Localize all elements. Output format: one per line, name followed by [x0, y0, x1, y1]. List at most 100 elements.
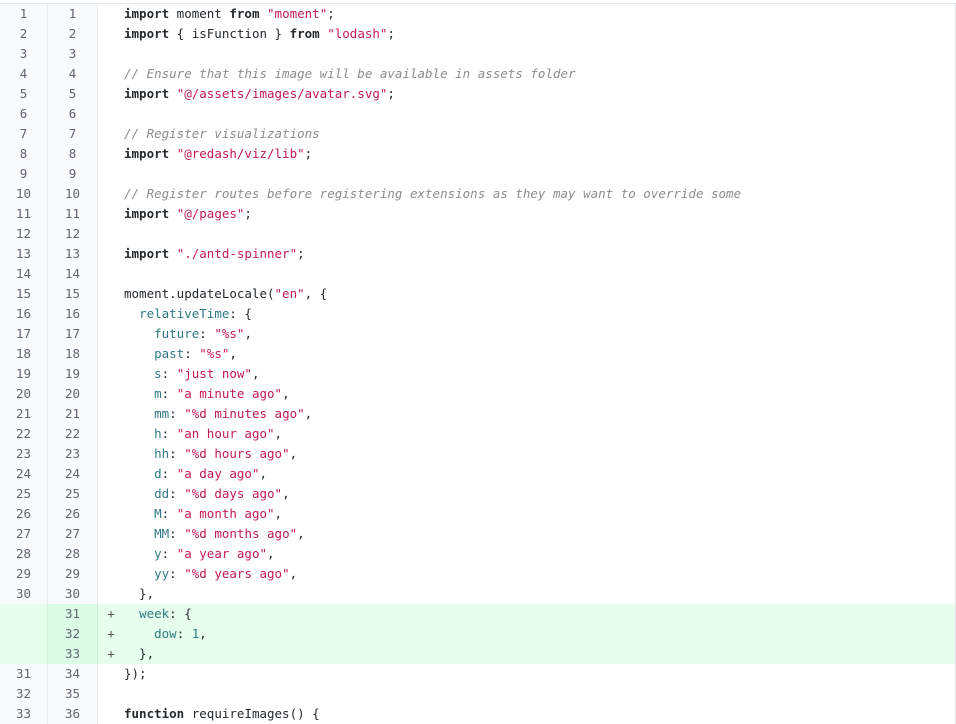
code-content: import "@/assets/images/avatar.svg"; [124, 84, 955, 104]
old-line-number[interactable]: 14 [0, 264, 48, 284]
new-line-number[interactable]: 14 [48, 264, 98, 284]
old-line-number[interactable]: 29 [0, 564, 48, 584]
new-line-number[interactable]: 12 [48, 224, 98, 244]
new-line-number[interactable]: 15 [48, 284, 98, 304]
diff-marker [98, 344, 124, 364]
new-line-number[interactable]: 33 [48, 644, 98, 664]
code-token: past [154, 346, 185, 361]
new-line-number[interactable]: 8 [48, 144, 98, 164]
code-content [124, 684, 955, 704]
code-content: import { isFunction } from "lodash"; [124, 24, 955, 44]
new-line-number[interactable]: 27 [48, 524, 98, 544]
old-line-number[interactable]: 15 [0, 284, 48, 304]
diff-line: 33 [0, 44, 955, 64]
diff-line: 14 14 [0, 264, 955, 284]
old-line-number[interactable]: 11 [0, 204, 48, 224]
old-line-number[interactable]: 5 [0, 84, 48, 104]
old-line-number[interactable]: 31 [0, 664, 48, 684]
new-line-number[interactable]: 36 [48, 704, 98, 724]
new-line-number[interactable]: 5 [48, 84, 98, 104]
new-line-number[interactable]: 35 [48, 684, 98, 704]
old-line-number[interactable]: 6 [0, 104, 48, 124]
old-line-number[interactable]: 20 [0, 384, 48, 404]
old-line-number[interactable]: 33 [0, 704, 48, 724]
new-line-number[interactable]: 22 [48, 424, 98, 444]
new-line-number[interactable]: 29 [48, 564, 98, 584]
old-line-number[interactable]: 18 [0, 344, 48, 364]
new-line-number[interactable]: 32 [48, 624, 98, 644]
code-token: "a day ago" [176, 466, 260, 481]
code-token: "just now" [176, 366, 252, 381]
old-line-number[interactable]: 21 [0, 404, 48, 424]
diff-line: 10 10 // Register routes before registerin… [0, 184, 955, 204]
old-line-number[interactable]: 12 [0, 224, 48, 244]
old-line-number[interactable]: 2 [0, 24, 48, 44]
new-line-number[interactable]: 34 [48, 664, 98, 684]
new-line-number[interactable]: 2 [48, 24, 98, 44]
new-line-number[interactable]: 20 [48, 384, 98, 404]
new-line-number[interactable]: 19 [48, 364, 98, 384]
new-line-number[interactable]: 4 [48, 64, 98, 84]
old-line-number[interactable] [0, 644, 48, 664]
code-token: : [169, 446, 185, 461]
diff-marker [98, 424, 124, 444]
code-token: , [229, 346, 237, 361]
old-line-number[interactable]: 27 [0, 524, 48, 544]
diff-line: 24 24 d: "a day ago", [0, 464, 955, 484]
new-line-number[interactable]: 28 [48, 544, 98, 564]
new-line-number[interactable]: 23 [48, 444, 98, 464]
new-line-number[interactable]: 1 [48, 4, 98, 24]
diff-line: 7 7 // Register visualizations [0, 124, 955, 144]
new-line-number[interactable]: 6 [48, 104, 98, 124]
new-line-number[interactable]: 11 [48, 204, 98, 224]
old-line-number[interactable]: 13 [0, 244, 48, 264]
diff-line: 32 35 [0, 684, 955, 704]
old-line-number[interactable]: 25 [0, 484, 48, 504]
old-line-number[interactable]: 26 [0, 504, 48, 524]
old-line-number[interactable]: 1 [0, 4, 48, 24]
code-token: "a year ago" [176, 546, 268, 561]
old-line-number[interactable]: 24 [0, 464, 48, 484]
old-line-number[interactable]: 8 [0, 144, 48, 164]
new-line-number[interactable]: 26 [48, 504, 98, 524]
old-line-number[interactable]: 30 [0, 584, 48, 604]
new-line-number[interactable]: 3 [48, 44, 98, 64]
new-line-number[interactable]: 16 [48, 304, 98, 324]
old-line-number[interactable]: 19 [0, 364, 48, 384]
old-line-number[interactable] [0, 604, 48, 624]
old-line-number[interactable]: 17 [0, 324, 48, 344]
new-line-number[interactable]: 24 [48, 464, 98, 484]
old-line-number[interactable]: 22 [0, 424, 48, 444]
new-line-number[interactable]: 21 [48, 404, 98, 424]
new-line-number[interactable]: 10 [48, 184, 98, 204]
new-line-number[interactable]: 13 [48, 244, 98, 264]
new-line-number[interactable]: 17 [48, 324, 98, 344]
new-line-number[interactable]: 31 [48, 604, 98, 624]
new-line-number[interactable]: 9 [48, 164, 98, 184]
old-line-number[interactable] [0, 624, 48, 644]
new-line-number[interactable]: 7 [48, 124, 98, 144]
old-line-number[interactable]: 16 [0, 304, 48, 324]
new-line-number[interactable]: 25 [48, 484, 98, 504]
new-line-number[interactable]: 30 [48, 584, 98, 604]
old-line-number[interactable]: 7 [0, 124, 48, 144]
old-line-number[interactable]: 3 [0, 44, 48, 64]
code-token: m [154, 386, 162, 401]
diff-line: 99 [0, 164, 955, 184]
diff-line: 33 36 function requireImages() { [0, 704, 955, 724]
old-line-number[interactable]: 10 [0, 184, 48, 204]
old-line-number[interactable]: 9 [0, 164, 48, 184]
old-line-number[interactable]: 4 [0, 64, 48, 84]
diff-marker [98, 444, 124, 464]
diff-marker [98, 584, 124, 604]
old-line-number[interactable]: 23 [0, 444, 48, 464]
old-line-number[interactable]: 32 [0, 684, 48, 704]
old-line-number[interactable]: 28 [0, 544, 48, 564]
new-line-number[interactable]: 18 [48, 344, 98, 364]
